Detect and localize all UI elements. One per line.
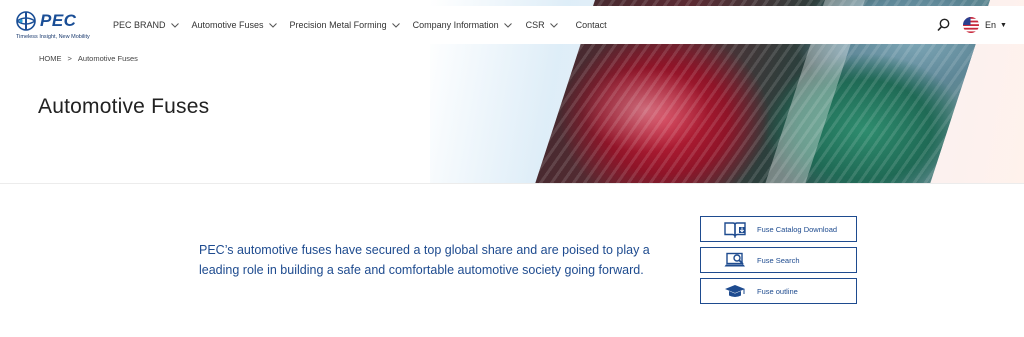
- chevron-down-icon: [549, 22, 558, 28]
- nav-item-automotive-fuses[interactable]: Automotive Fuses: [192, 20, 277, 30]
- page-title: Automotive Fuses: [38, 95, 210, 118]
- pec-logo[interactable]: PEC Timeless Insight, New Mobility: [16, 10, 96, 42]
- chevron-down-icon: [170, 22, 179, 28]
- site-header: PEC Timeless Insight, New Mobility PEC B…: [0, 6, 1024, 44]
- chevron-down-icon: [503, 22, 512, 28]
- logo-tagline: Timeless Insight, New Mobility: [16, 34, 90, 40]
- chevron-down-icon: [268, 22, 277, 28]
- nav-item-label: PEC BRAND: [113, 20, 166, 30]
- logo-text: PEC: [40, 11, 77, 30]
- graduation-cap-icon: [725, 285, 745, 297]
- breadcrumb-separator: >: [67, 54, 72, 63]
- nav-item-label: Company Information: [412, 20, 499, 30]
- nav-item-pec-brand[interactable]: PEC BRAND: [113, 20, 179, 30]
- nav-item-csr[interactable]: CSR: [526, 20, 558, 30]
- catalog-download-icon: [724, 222, 746, 238]
- caret-down-icon: ▼: [1000, 21, 1007, 29]
- nav-item-company-information[interactable]: Company Information: [413, 20, 512, 30]
- breadcrumb-home-link[interactable]: HOME: [39, 54, 62, 63]
- fuse-catalog-download-button[interactable]: Fuse Catalog Download: [700, 216, 857, 242]
- section-divider: [0, 183, 1024, 184]
- main-nav: PEC BRAND Automotive Fuses Precision Met…: [113, 6, 607, 44]
- nav-item-contact[interactable]: Contact: [576, 20, 607, 30]
- search-button[interactable]: [937, 18, 951, 32]
- fuse-outline-button[interactable]: Fuse outline: [700, 278, 857, 304]
- nav-item-label: Automotive Fuses: [191, 20, 264, 30]
- logo-mark-icon: [16, 11, 36, 31]
- fuse-catalog-download-label: Fuse Catalog Download: [757, 225, 838, 234]
- chevron-down-icon: [391, 22, 400, 28]
- us-flag-icon: [963, 17, 979, 33]
- nav-item-label: Precision Metal Forming: [289, 20, 387, 30]
- fuse-search-label: Fuse Search: [757, 256, 800, 265]
- intro-text: PEC’s automotive fuses have secured a to…: [199, 243, 650, 277]
- language-selector[interactable]: En ▼: [963, 17, 1007, 33]
- fuse-search-button[interactable]: Fuse Search: [700, 247, 857, 273]
- language-label: En: [985, 20, 997, 30]
- laptop-search-icon: [724, 252, 745, 267]
- search-icon: [937, 18, 950, 32]
- nav-item-precision-metal-forming[interactable]: Precision Metal Forming: [290, 20, 400, 30]
- breadcrumb: HOME > Automotive Fuses: [39, 54, 138, 63]
- breadcrumb-current: Automotive Fuses: [77, 54, 138, 63]
- nav-item-label: Contact: [575, 20, 607, 30]
- fuse-outline-label: Fuse outline: [757, 287, 798, 296]
- nav-item-label: CSR: [525, 20, 545, 30]
